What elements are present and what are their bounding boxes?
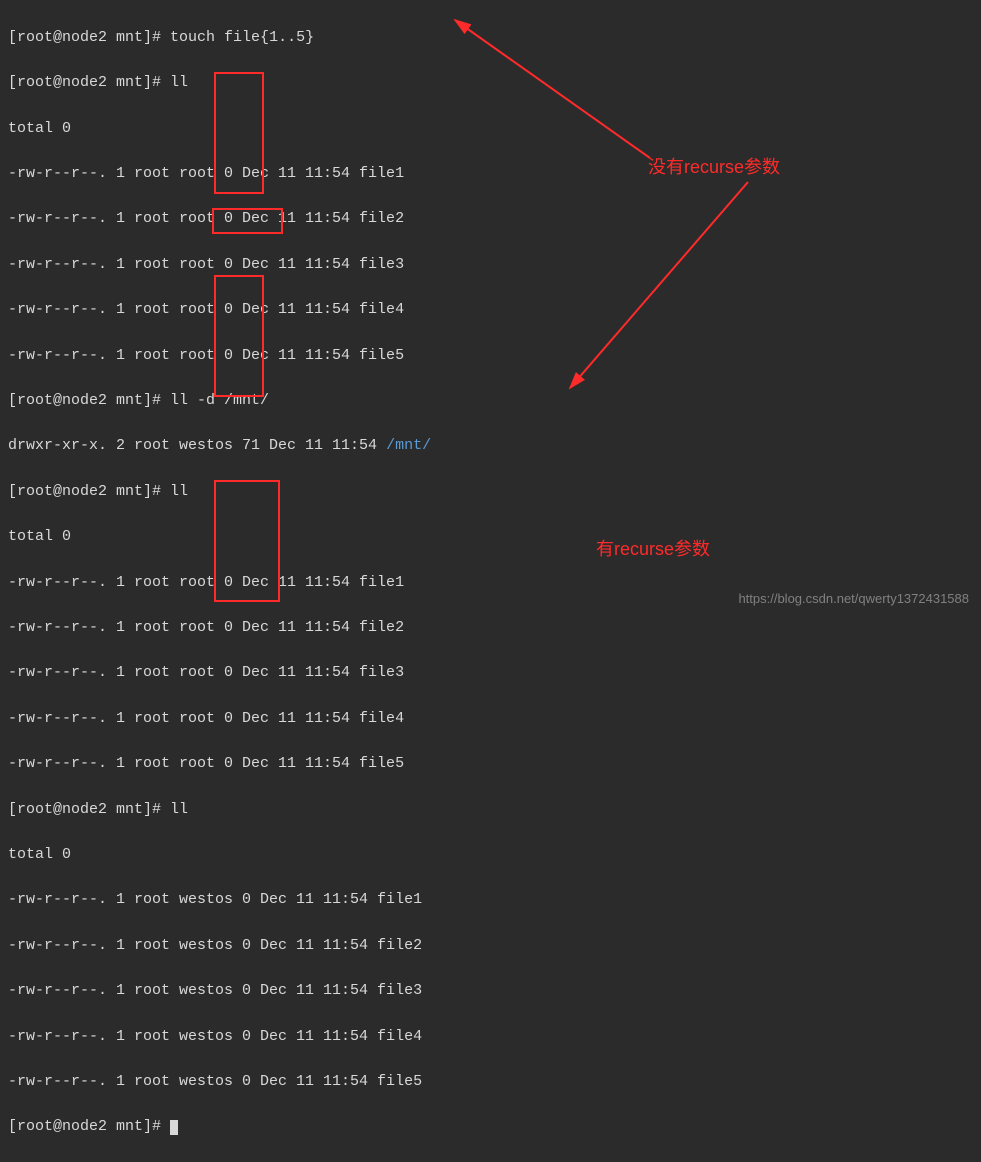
ls-row: -rw-r--r--. 1 root root 0 Dec 11 11:54 f…	[8, 617, 431, 640]
cmd-touch: touch file{1..5}	[170, 29, 314, 46]
total-line: total 0	[8, 118, 431, 141]
prompt: [root@node2 mnt]#	[8, 1118, 170, 1135]
ls-row: -rw-r--r--. 1 root root 0 Dec 11 11:54 f…	[8, 345, 431, 368]
total-line: total 0	[8, 844, 431, 867]
ls-row: -rw-r--r--. 1 root westos 0 Dec 11 11:54…	[8, 889, 431, 912]
prompt: [root@node2 mnt]#	[8, 483, 161, 500]
ls-row: -rw-r--r--. 1 root westos 0 Dec 11 11:54…	[8, 1071, 431, 1094]
cmd-ll: ll	[170, 483, 188, 500]
ls-row: -rw-r--r--. 1 root westos 0 Dec 11 11:54…	[8, 1026, 431, 1049]
prompt: [root@node2 mnt]#	[8, 74, 161, 91]
prompt: [root@node2 mnt]#	[8, 392, 161, 409]
ls-row: -rw-r--r--. 1 root root 0 Dec 11 11:54 f…	[8, 662, 431, 685]
terminal-output[interactable]: [root@node2 mnt]# touch file{1..5} [root…	[8, 4, 431, 1162]
dir-path: /mnt/	[386, 437, 431, 454]
ls-row: -rw-r--r--. 1 root root 0 Dec 11 11:54 f…	[8, 753, 431, 776]
total-line: total 0	[8, 526, 431, 549]
cmd-ll: ll	[170, 801, 188, 818]
prompt: [root@node2 mnt]#	[8, 29, 161, 46]
ls-row: -rw-r--r--. 1 root root 0 Dec 11 11:54 f…	[8, 572, 431, 595]
ls-row: -rw-r--r--. 1 root root 0 Dec 11 11:54 f…	[8, 254, 431, 277]
ls-row: -rw-r--r--. 1 root root 0 Dec 11 11:54 f…	[8, 163, 431, 186]
ls-row: -rw-r--r--. 1 root westos 0 Dec 11 11:54…	[8, 980, 431, 1003]
ls-row: -rw-r--r--. 1 root westos 0 Dec 11 11:54…	[8, 935, 431, 958]
cursor-icon	[170, 1120, 178, 1135]
ls-row: -rw-r--r--. 1 root root 0 Dec 11 11:54 f…	[8, 208, 431, 231]
watermark: https://blog.csdn.net/qwerty1372431588	[738, 588, 969, 611]
ls-row: -rw-r--r--. 1 root root 0 Dec 11 11:54 f…	[8, 708, 431, 731]
cmd-ll: ll	[170, 74, 188, 91]
prompt: [root@node2 mnt]#	[8, 801, 161, 818]
ls-dir-row: drwxr-xr-x. 2 root westos 71 Dec 11 11:5…	[8, 437, 386, 454]
annotation-no-recurse: 没有recurse参数	[648, 156, 780, 179]
ls-row: -rw-r--r--. 1 root root 0 Dec 11 11:54 f…	[8, 299, 431, 322]
annotation-has-recurse: 有recurse参数	[596, 538, 710, 561]
cmd-lld: ll -d /mnt/	[170, 392, 269, 409]
